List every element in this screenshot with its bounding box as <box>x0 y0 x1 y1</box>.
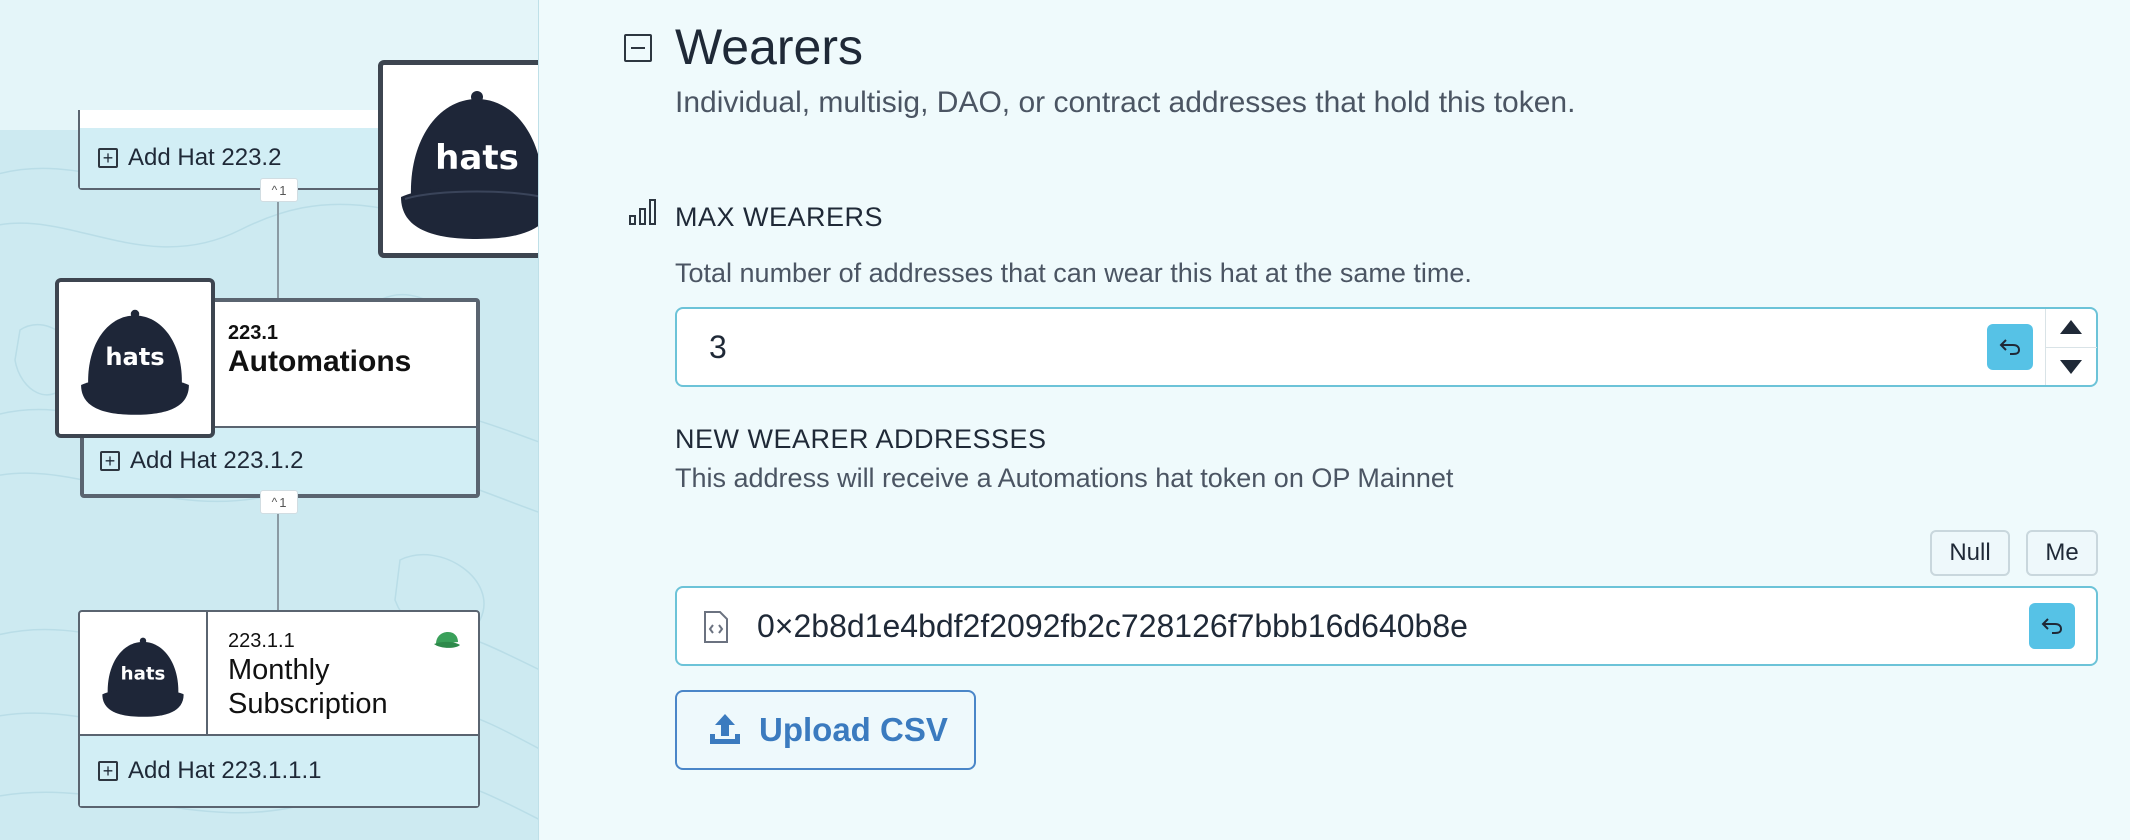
hat-icon: hats <box>102 637 184 717</box>
reset-address-button[interactable] <box>2029 603 2075 649</box>
number-stepper[interactable] <box>2045 309 2097 385</box>
svg-text:hats: hats <box>105 343 164 371</box>
hat-image-223-1[interactable]: hats <box>55 278 215 438</box>
plus-icon: + <box>98 761 118 781</box>
hat-name-line-1: Monthly <box>228 654 330 686</box>
max-wearers-label: MAX WEARERS <box>675 202 884 232</box>
add-hat-row[interactable]: + Add Hat 223.1.1.1 <box>80 734 478 806</box>
collapse-toggle[interactable]: ^ 1 <box>260 490 298 514</box>
new-wearers-label: NEW WEARER ADDRESSES <box>675 424 1047 454</box>
hat-name-line-2: Subscription <box>228 688 388 721</box>
collapse-toggle[interactable]: ^ 1 <box>260 178 298 202</box>
max-wearers-description: Total number of addresses that can wear … <box>675 258 1472 288</box>
collapse-section-button[interactable] <box>624 34 652 62</box>
code-file-icon <box>704 611 728 643</box>
hat-id: 223.1.1 <box>228 630 295 652</box>
plus-icon: + <box>98 148 118 168</box>
wearer-address-input[interactable]: 0×2b8d1e4bdf2f2092fb2c728126f7bbb16d640b… <box>675 586 2098 666</box>
svg-text:hats: hats <box>121 663 166 684</box>
chevron-up-icon: ^ <box>271 495 278 509</box>
me-button[interactable]: Me <box>2026 530 2098 576</box>
section-subtitle: Individual, multisig, DAO, or contract a… <box>675 86 1576 119</box>
hat-card-223-1-1[interactable]: hats 223.1.1 Monthly Subscription + Add … <box>78 610 480 808</box>
green-hat-icon <box>434 632 460 648</box>
wearer-address-value: 0×2b8d1e4bdf2f2092fb2c728126f7bbb16d640b… <box>757 608 1468 644</box>
upload-icon <box>710 714 740 744</box>
minus-icon <box>631 47 645 49</box>
add-hat-label: Add Hat 223.1.1.1 <box>128 757 322 784</box>
hat-icon: hats <box>81 309 189 415</box>
hat-image-223[interactable]: hats <box>378 60 538 258</box>
reset-button[interactable] <box>1987 324 2033 370</box>
chevron-up-icon: ^ <box>271 183 278 197</box>
max-wearers-value: 3 <box>709 329 727 365</box>
increment-arrow-icon[interactable] <box>2059 319 2083 335</box>
null-button[interactable]: Null <box>1930 530 2010 576</box>
child-count: 1 <box>279 494 287 510</box>
signal-bars-icon <box>629 199 656 225</box>
child-count: 1 <box>279 182 287 198</box>
tree-connector <box>277 510 279 612</box>
undo-icon <box>2041 618 2063 634</box>
max-wearers-input[interactable]: 3 <box>675 307 2098 387</box>
hat-name: Automations <box>228 345 412 378</box>
section-title: Wearers <box>675 19 864 75</box>
hat-image-223-1-1[interactable]: hats <box>80 612 208 736</box>
tree-connector <box>277 198 279 303</box>
new-wearers-description: This address will receive a Automations … <box>675 463 1454 493</box>
add-hat-label: Add Hat 223.1.2 <box>130 447 304 474</box>
plus-icon: + <box>100 451 120 471</box>
undo-icon <box>1999 339 2021 355</box>
svg-text:hats: hats <box>435 138 519 178</box>
decrement-arrow-icon[interactable] <box>2059 359 2083 375</box>
hat-icon: hats <box>401 91 538 239</box>
add-hat-label: Add Hat 223.2 <box>128 144 282 171</box>
hat-id: 223.1 <box>228 322 279 344</box>
upload-csv-label: Upload CSV <box>759 711 948 748</box>
upload-csv-button[interactable]: Upload CSV <box>675 690 976 770</box>
hat-tree-panel[interactable]: + Add Hat 223.2 ^ 1 hats 223.1 Automatio… <box>0 0 539 840</box>
